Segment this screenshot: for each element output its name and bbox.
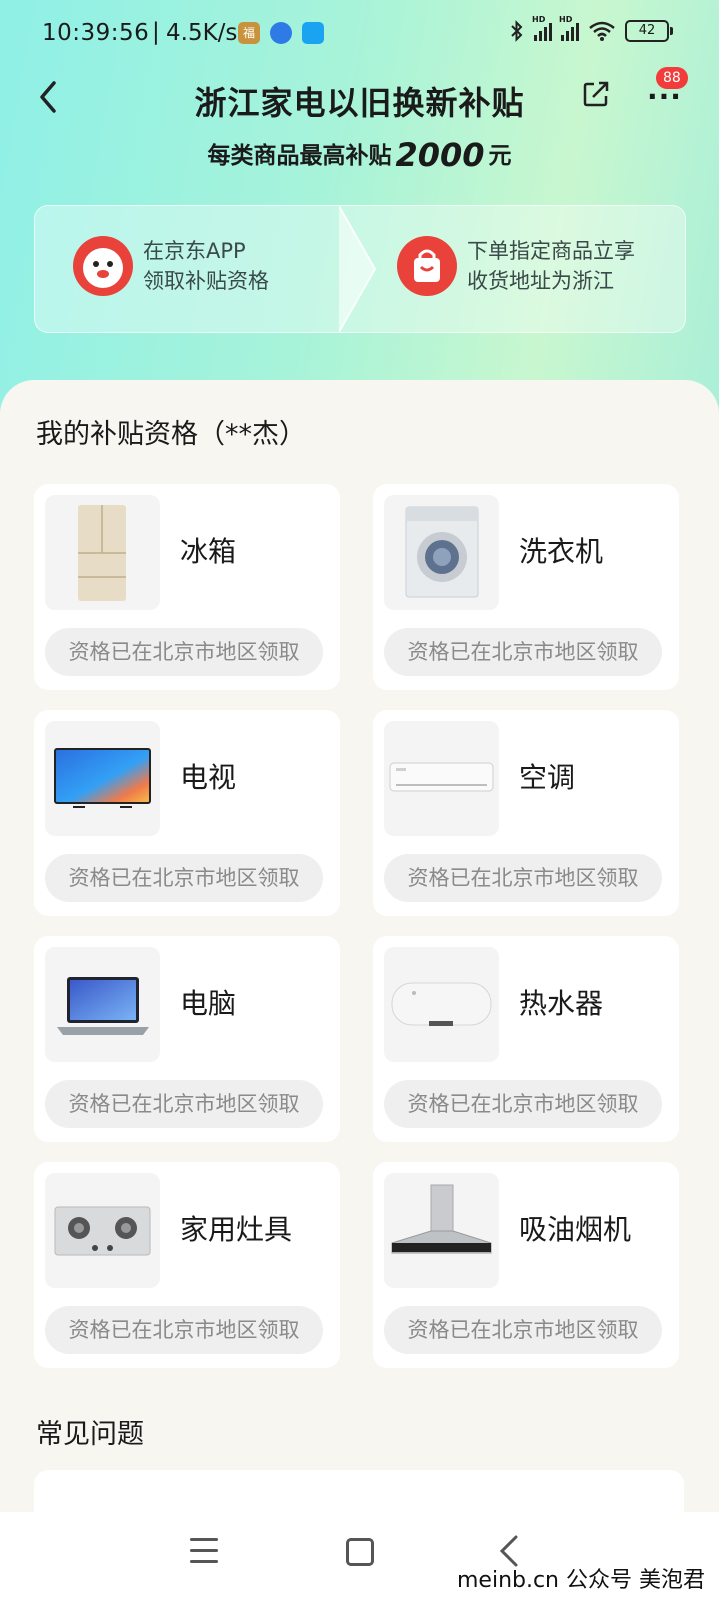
share-icon[interactable] <box>582 80 610 108</box>
category-status: 资格已在北京市地区领取 <box>45 1306 323 1354</box>
eligibility-title: 我的补贴资格（**杰） <box>36 419 306 450</box>
category-card-washing-machine[interactable]: 洗衣机 资格已在北京市地区领取 <box>373 484 679 690</box>
status-bar: 10:39:56 | 4.5K/s 福 HD HD 42 <box>0 0 719 70</box>
step-2-line-1: 下单指定商品立享 <box>467 239 635 263</box>
subtitle-prefix: 每类商品最高补贴 <box>207 143 392 169</box>
content-panel: 我的补贴资格（**杰） 冰箱 资格已在北京市地区领取 洗衣机 资格已在北京市地区… <box>0 380 719 1530</box>
app-notification-icon-3 <box>302 22 324 44</box>
category-name: 电脑 <box>180 987 237 1020</box>
wifi-icon <box>589 21 615 41</box>
battery-indicator: 42 <box>625 20 673 42</box>
system-nav-bar: meinb.cn 公众号 美泡君 <box>0 1512 719 1598</box>
step-2-line-2: 收货地址为浙江 <box>467 269 614 293</box>
cell-signal-icon-1: HD <box>532 15 552 41</box>
category-status: 资格已在北京市地区领取 <box>384 628 662 676</box>
step-2: 下单指定商品立享 收货地址为浙江 <box>397 236 635 296</box>
category-name: 电视 <box>180 761 237 794</box>
category-card-range-hood[interactable]: 吸油烟机 资格已在北京市地区领取 <box>373 1162 679 1368</box>
category-name: 家用灶具 <box>180 1213 293 1246</box>
category-name: 冰箱 <box>180 535 237 568</box>
fridge-icon <box>45 495 160 610</box>
tv-icon <box>45 721 160 836</box>
category-name: 洗衣机 <box>519 535 604 568</box>
status-separator: | <box>152 19 160 45</box>
step-divider-chevron <box>339 206 377 332</box>
network-speed: 4.5K/s <box>166 20 238 46</box>
category-card-gas-stove[interactable]: 家用灶具 资格已在北京市地区领取 <box>34 1162 340 1368</box>
category-status: 资格已在北京市地区领取 <box>45 1080 323 1128</box>
gas-stove-icon <box>45 1173 160 1288</box>
step-1-line-2: 领取补贴资格 <box>143 269 269 293</box>
category-status: 资格已在北京市地区领取 <box>384 854 662 902</box>
category-card-fridge[interactable]: 冰箱 资格已在北京市地区领取 <box>34 484 340 690</box>
subsidy-subtitle: 每类商品最高补贴 2000 元 <box>0 136 719 174</box>
category-name: 吸油烟机 <box>519 1213 632 1246</box>
step-1-line-1: 在京东APP <box>143 239 246 263</box>
category-name: 热水器 <box>519 987 604 1020</box>
step-1: 在京东APP 领取补贴资格 <box>73 236 269 296</box>
category-card-laptop[interactable]: 电脑 资格已在北京市地区领取 <box>34 936 340 1142</box>
menu-icon[interactable] <box>190 1538 218 1564</box>
category-card-water-heater[interactable]: 热水器 资格已在北京市地区领取 <box>373 936 679 1142</box>
cell-signal-icon-2: HD <box>559 15 579 41</box>
subtitle-amount: 2000 <box>395 136 485 174</box>
category-name: 空调 <box>519 761 576 794</box>
category-status: 资格已在北京市地区领取 <box>45 854 323 902</box>
notification-badge: 88 <box>656 67 688 89</box>
jd-mascot-icon <box>73 236 133 296</box>
faq-title: 常见问题 <box>36 1419 144 1450</box>
shopping-bag-icon <box>397 236 457 296</box>
bluetooth-icon <box>511 20 523 42</box>
page-title: 浙江家电以旧换新补贴 <box>194 84 525 122</box>
status-time: 10:39:56 <box>42 20 150 46</box>
steps-panel: 在京东APP 领取补贴资格 下单指定商品立享 收货地址为浙江 <box>34 205 686 333</box>
water-heater-icon <box>384 947 499 1062</box>
app-notification-icon: 福 <box>238 22 260 44</box>
category-status: 资格已在北京市地区领取 <box>45 628 323 676</box>
category-status: 资格已在北京市地区领取 <box>384 1306 662 1354</box>
category-status: 资格已在北京市地区领取 <box>384 1080 662 1128</box>
home-icon[interactable] <box>346 1538 374 1566</box>
air-conditioner-icon <box>384 721 499 836</box>
watermark: meinb.cn 公众号 美泡君 <box>456 1568 705 1593</box>
range-hood-icon <box>384 1173 499 1288</box>
app-notification-icon-2 <box>270 22 292 44</box>
category-card-tv[interactable]: 电视 资格已在北京市地区领取 <box>34 710 340 916</box>
category-card-air-conditioner[interactable]: 空调 资格已在北京市地区领取 <box>373 710 679 916</box>
washing-machine-icon <box>384 495 499 610</box>
laptop-icon <box>45 947 160 1062</box>
subtitle-unit: 元 <box>488 143 512 169</box>
